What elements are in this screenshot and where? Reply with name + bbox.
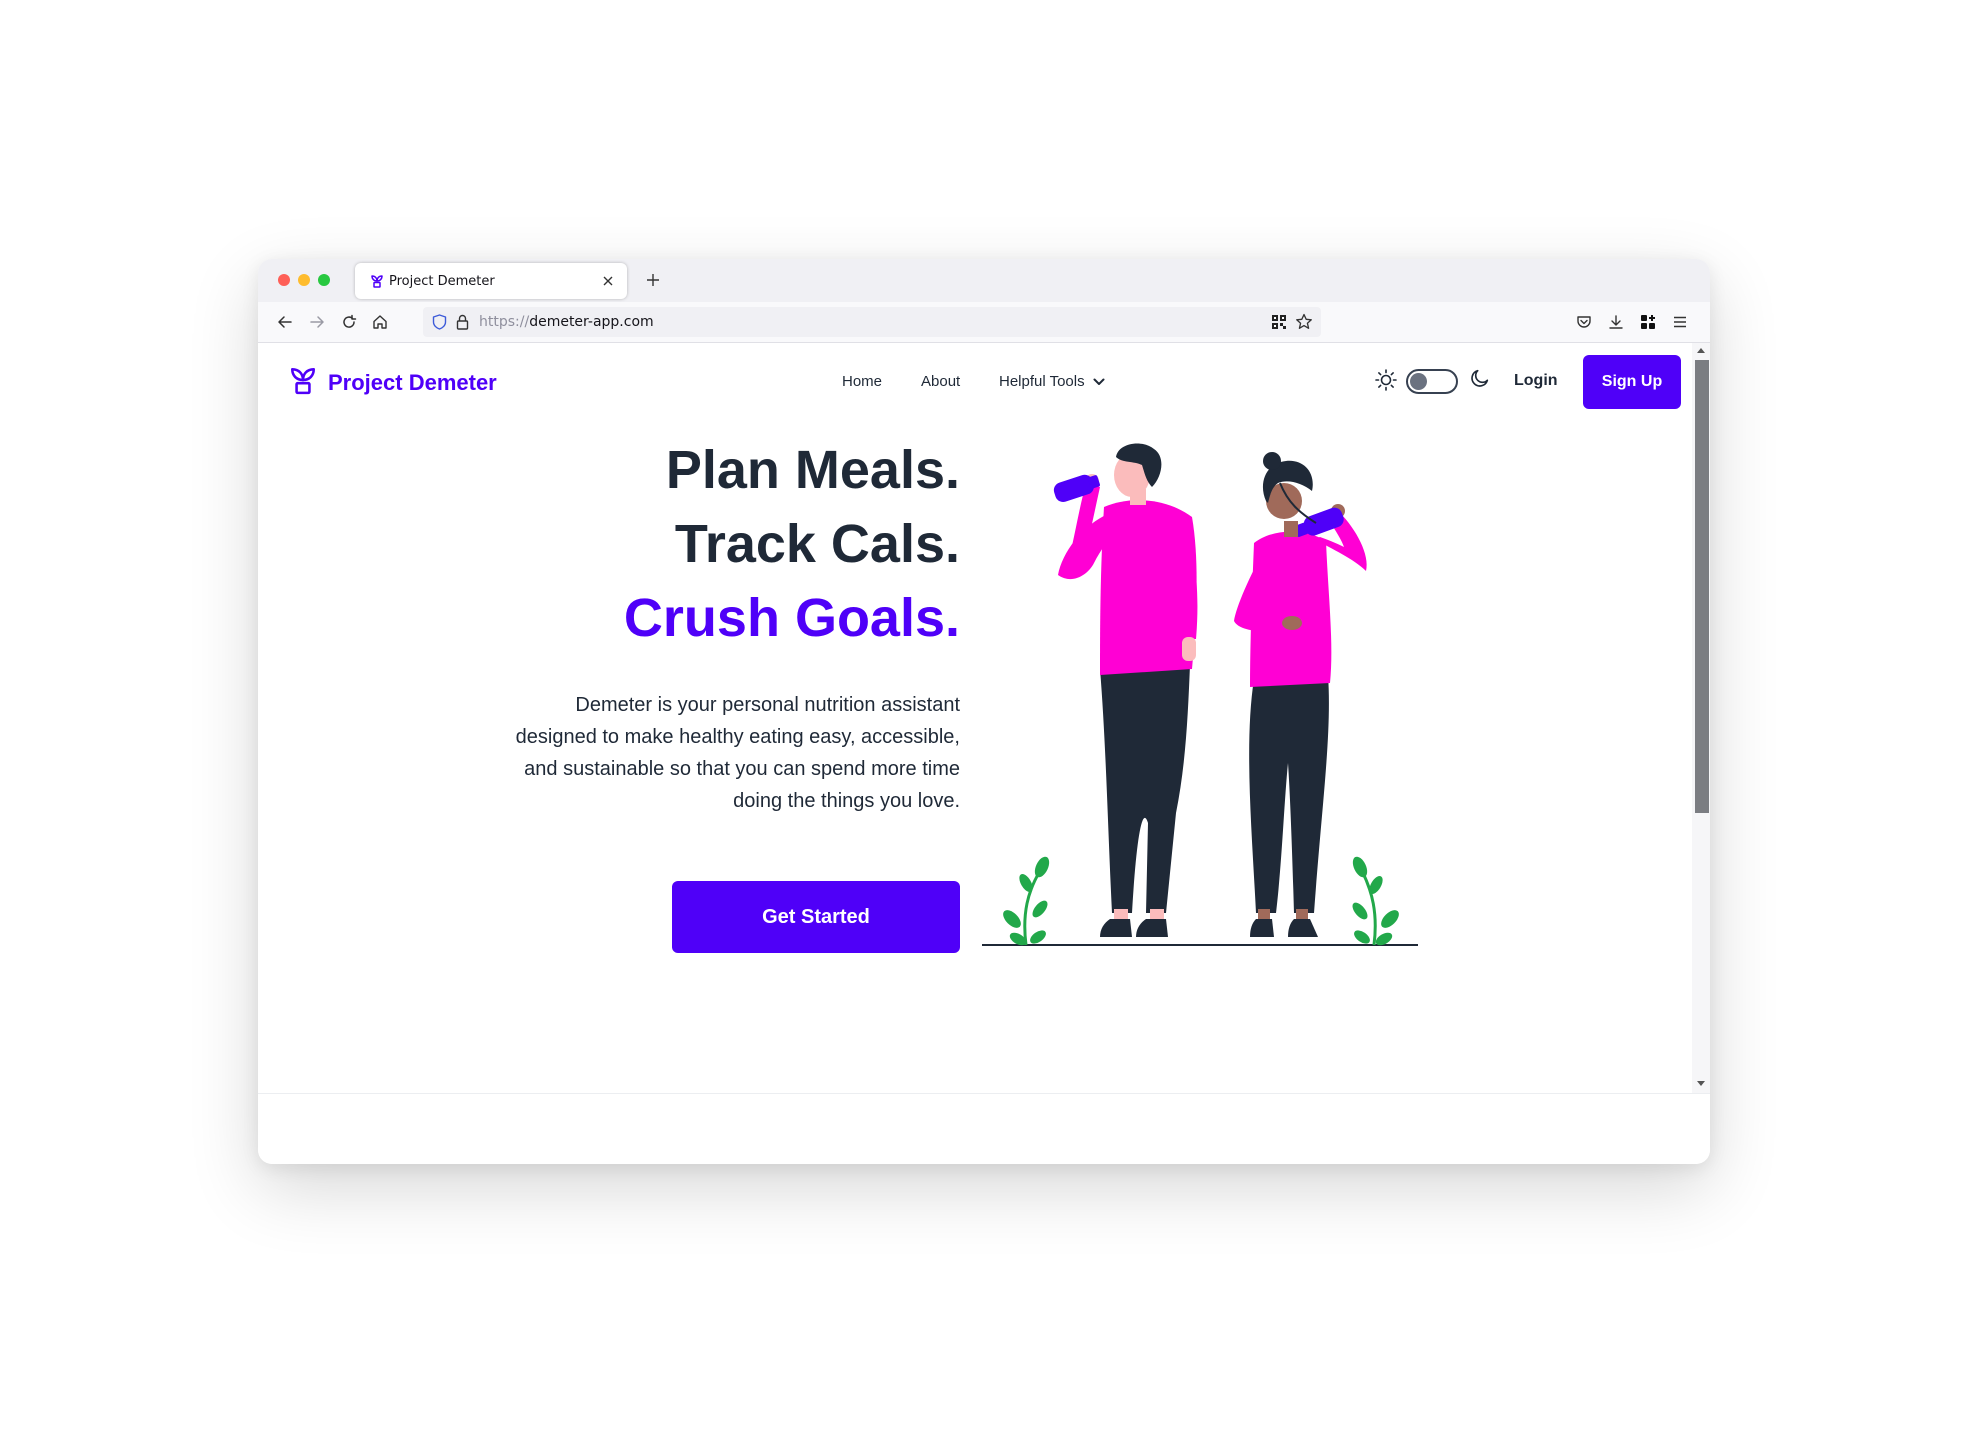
address-bar[interactable]: https://demeter-app.com: [423, 307, 1321, 337]
left-plant: [1003, 856, 1050, 946]
chevron-down-icon: [1093, 378, 1105, 385]
scroll-down-arrow-icon[interactable]: [1697, 1081, 1705, 1086]
tab-strip: Project Demeter: [258, 259, 1710, 302]
dark-mode-toggle[interactable]: [1406, 369, 1458, 394]
url-text: https://demeter-app.com: [479, 314, 654, 330]
man-figure: [1053, 443, 1198, 937]
back-arrow-icon[interactable]: [273, 310, 297, 334]
sun-icon: [1374, 368, 1398, 397]
moon-icon: [1469, 367, 1491, 394]
reload-icon[interactable]: [337, 310, 361, 334]
browser-window: Project Demeter https://demeter-app.com …: [258, 259, 1710, 1164]
get-started-button[interactable]: Get Started: [672, 881, 960, 953]
sprout-favicon-icon: [371, 274, 383, 288]
home-icon[interactable]: [368, 310, 392, 334]
bookmark-star-icon[interactable]: [1295, 313, 1313, 336]
tracking-shield-icon[interactable]: [432, 314, 447, 335]
hero-illustration: [982, 443, 1418, 946]
menu-hamburger-icon[interactable]: [1668, 310, 1692, 334]
hero-description: Demeter is your personal nutrition assis…: [515, 694, 960, 812]
sign-up-button[interactable]: Sign Up: [1583, 355, 1681, 409]
forward-arrow-icon[interactable]: [305, 310, 329, 334]
extensions-icon[interactable]: [1636, 310, 1660, 334]
new-tab-button[interactable]: [642, 269, 664, 291]
browser-toolbar: https://demeter-app.com: [258, 302, 1710, 343]
headline-crush-goals: Crush Goals.: [623, 588, 960, 648]
tab-title: Project Demeter: [389, 273, 495, 289]
login-link[interactable]: Login: [1514, 372, 1558, 390]
tab-close-icon[interactable]: [599, 272, 617, 290]
hero-section: Plan Meals. Track Cals. Crush Goals. Dem…: [512, 433, 960, 817]
headline-track-cals: Track Cals.: [674, 514, 960, 574]
minimize-window-button[interactable]: [298, 274, 310, 286]
woman-figure: [1234, 452, 1367, 937]
nav-about-link[interactable]: About: [921, 373, 960, 390]
scrollbar-thumb[interactable]: [1695, 360, 1709, 813]
qr-code-icon[interactable]: [1271, 314, 1287, 335]
right-plant: [1352, 856, 1399, 946]
page-viewport: Project Demeter Home About Helpful Tools…: [258, 343, 1692, 1093]
pocket-icon[interactable]: [1572, 310, 1596, 334]
toggle-knob: [1410, 373, 1427, 390]
site-logo-link[interactable]: Project Demeter: [290, 365, 497, 400]
close-window-button[interactable]: [278, 274, 290, 286]
headline-plan-meals: Plan Meals.: [665, 440, 960, 500]
page-bottom-area: [258, 1093, 1710, 1164]
download-icon[interactable]: [1604, 310, 1628, 334]
browser-tab[interactable]: Project Demeter: [355, 263, 627, 299]
nav-helpful-tools-label: Helpful Tools: [999, 373, 1085, 390]
nav-home-link[interactable]: Home: [842, 373, 882, 390]
sprout-pot-icon: [290, 365, 316, 400]
page-scrollbar[interactable]: [1692, 343, 1710, 1093]
nav-helpful-tools-dropdown[interactable]: Helpful Tools: [999, 373, 1105, 390]
lock-icon[interactable]: [456, 314, 469, 335]
brand-name: Project Demeter: [328, 369, 497, 395]
zoom-window-button[interactable]: [318, 274, 330, 286]
scroll-up-arrow-icon[interactable]: [1697, 348, 1705, 353]
